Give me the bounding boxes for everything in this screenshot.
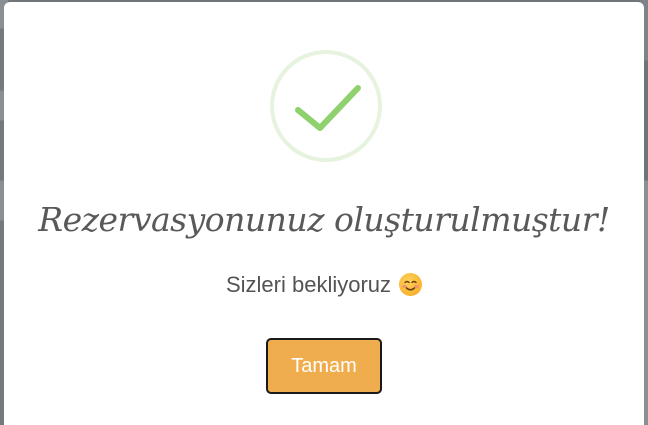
dialog-message-row: Sizleri bekliyoruz <box>4 272 644 298</box>
smiling-face-icon <box>399 273 423 296</box>
checkmark-icon <box>295 85 361 131</box>
confirm-button[interactable]: Tamam <box>266 338 382 394</box>
dialog-message: Sizleri bekliyoruz <box>225 272 392 297</box>
dialog-title: Rezervasyonunuz oluşturulmuştur! <box>38 200 610 239</box>
success-checkmark-icon <box>270 50 382 162</box>
success-dialog: Rezervasyonunuz oluşturulmuştur! Sizleri… <box>4 2 644 425</box>
